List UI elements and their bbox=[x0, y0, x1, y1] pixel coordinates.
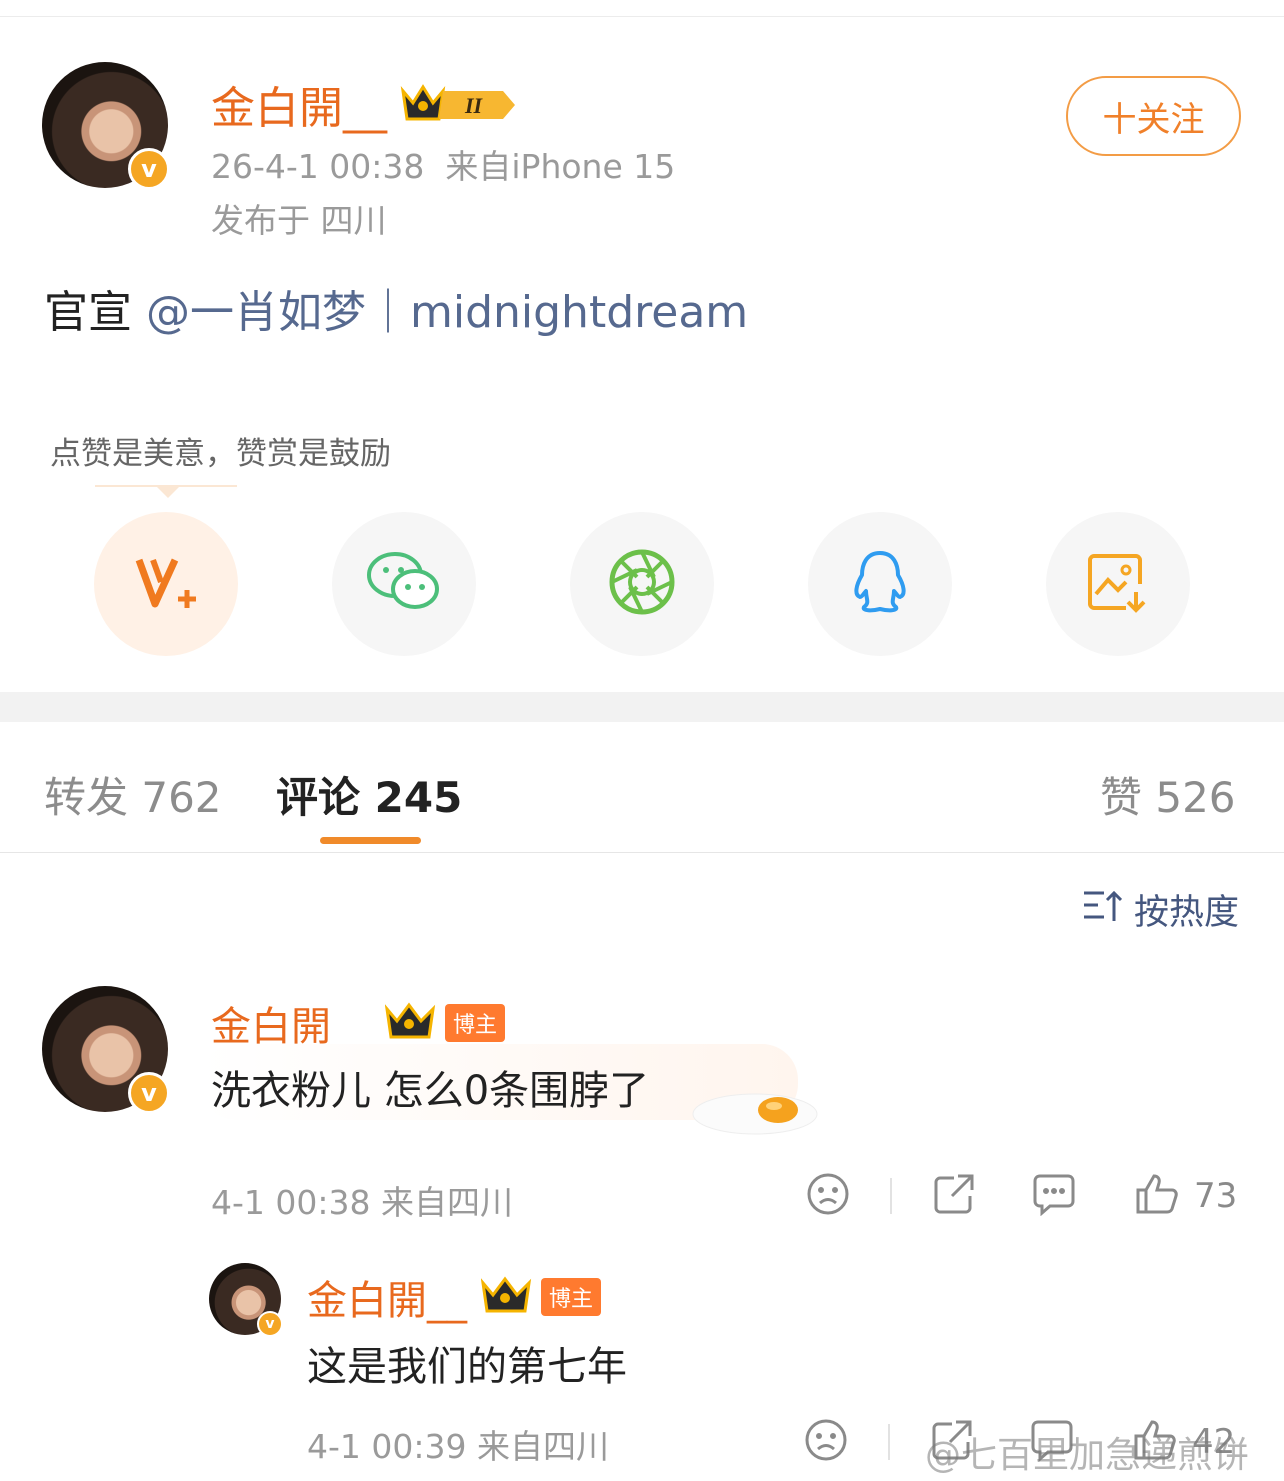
verified-v-icon: v bbox=[257, 1311, 283, 1337]
tip-arrow bbox=[156, 486, 180, 498]
comment-time: 4-1 00:38 来自四川 bbox=[211, 1183, 513, 1222]
section-gap bbox=[0, 692, 1284, 722]
share-wechat-button[interactable] bbox=[332, 512, 476, 656]
comment-icon[interactable] bbox=[1032, 1172, 1076, 1220]
wechat-icon bbox=[365, 549, 443, 619]
action-separator bbox=[890, 1178, 892, 1214]
v-plus-reward-icon bbox=[131, 552, 201, 616]
reward-button[interactable] bbox=[94, 512, 238, 656]
active-tab-indicator bbox=[320, 837, 421, 844]
reply-avatar[interactable]: v bbox=[209, 1263, 283, 1337]
verified-v-icon: v bbox=[128, 1072, 170, 1114]
like-count: 73 bbox=[1194, 1176, 1238, 1216]
post-location: 发布于 四川 bbox=[211, 201, 387, 240]
tab-comment[interactable]: 评论 245 bbox=[276, 764, 462, 825]
vip-crown-icon: II bbox=[399, 81, 517, 127]
sort-icon bbox=[1082, 887, 1123, 932]
tab-like[interactable]: 赞 526 bbox=[1100, 764, 1236, 825]
comment-avatar[interactable]: v bbox=[42, 986, 170, 1114]
vip-crown-icon bbox=[384, 1001, 437, 1045]
tab-repost[interactable]: 转发 762 bbox=[44, 764, 222, 825]
post-meta: 26-4-1 00:38 来自iPhone 15 bbox=[211, 140, 675, 188]
post-text: 官宣 @一肖如梦｜midnightdream bbox=[44, 276, 748, 340]
author-name[interactable]: 金白開__ bbox=[211, 72, 387, 136]
blogger-badge: 博主 bbox=[541, 1278, 602, 1316]
tabs-divider bbox=[0, 852, 1284, 853]
blogger-badge: 博主 bbox=[445, 1004, 506, 1042]
share-qq-button[interactable] bbox=[808, 512, 952, 656]
fried-egg-decoration-icon bbox=[690, 1086, 820, 1142]
vip-crown-icon bbox=[480, 1275, 533, 1319]
reply-author-row: 金白開__ 博主 bbox=[307, 1268, 602, 1326]
moments-icon bbox=[607, 547, 677, 621]
dislike-icon[interactable] bbox=[806, 1172, 850, 1220]
post-date: 26-4-1 00:38 bbox=[211, 147, 425, 186]
sort-label: 按热度 bbox=[1134, 893, 1240, 933]
sort-button[interactable]: 按热度 bbox=[1082, 884, 1239, 935]
svg-text:II: II bbox=[464, 93, 484, 118]
reply-time: 4-1 00:39 来自四川 bbox=[307, 1427, 609, 1466]
reply-text: 这是我们的第七年 bbox=[307, 1344, 627, 1390]
reward-tip: 点赞是美意，赞赏是鼓励 bbox=[50, 436, 391, 472]
like-thumb-icon[interactable] bbox=[1134, 1172, 1180, 1220]
comment-actions: 73 bbox=[806, 1172, 1237, 1220]
author-avatar[interactable]: v bbox=[42, 62, 170, 190]
dislike-icon[interactable] bbox=[804, 1418, 848, 1466]
follow-button[interactable]: 十关注 bbox=[1066, 76, 1241, 156]
top-divider bbox=[0, 16, 1284, 17]
save-image-icon bbox=[1086, 550, 1150, 618]
post-source: 来自iPhone 15 bbox=[445, 147, 676, 186]
save-image-button[interactable] bbox=[1046, 512, 1190, 656]
repost-icon[interactable] bbox=[932, 1172, 976, 1220]
reply-author-name[interactable]: 金白開__ bbox=[307, 1268, 467, 1326]
comment-text: 洗衣粉儿 怎么0条围脖了 bbox=[211, 1068, 650, 1114]
action-separator bbox=[888, 1424, 890, 1460]
post-mention-link[interactable]: @一肖如梦｜midnightdream bbox=[146, 287, 748, 338]
post-text-prefix: 官宣 bbox=[44, 287, 132, 338]
author-row: 金白開__ II bbox=[211, 72, 517, 136]
watermark: @七百里加急递煎饼 bbox=[925, 1435, 1250, 1476]
share-moments-button[interactable] bbox=[570, 512, 714, 656]
qq-icon bbox=[848, 547, 912, 621]
verified-v-icon: v bbox=[128, 148, 170, 190]
